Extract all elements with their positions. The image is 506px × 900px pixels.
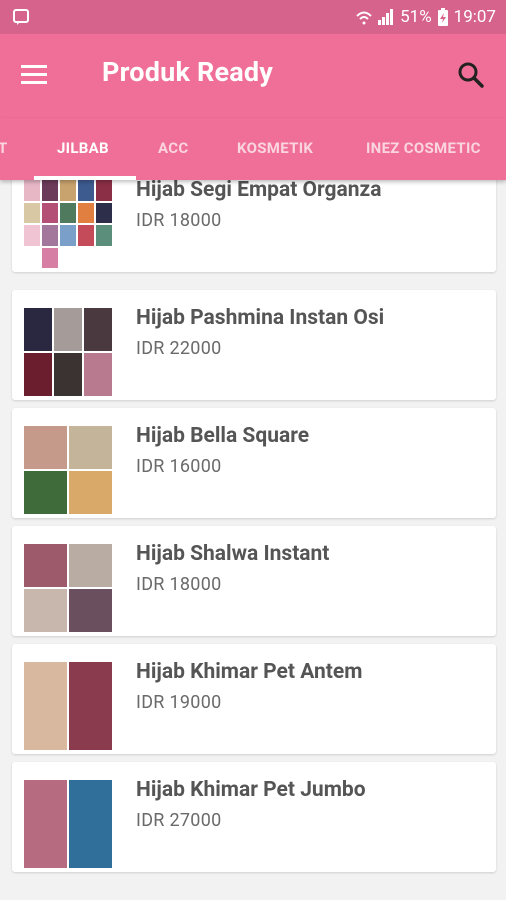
product-price: IDR 22000 xyxy=(136,338,222,359)
status-bar: 51% 19:07 xyxy=(0,0,506,34)
product-name: Hijab Bella Square xyxy=(136,424,310,448)
product-image xyxy=(24,426,112,514)
product-price: IDR 18000 xyxy=(136,574,222,595)
product-card[interactable]: Hijab Pashmina Instan Osi IDR 22000 xyxy=(12,290,496,400)
menu-button[interactable] xyxy=(18,62,50,88)
battery-percent: 51% xyxy=(400,7,432,27)
tab-inez-cosmetic[interactable]: INEZ COSMETIC xyxy=(366,118,481,180)
product-image xyxy=(24,180,112,268)
product-list: Hijab Segi Empat Organza IDR 18000 Hijab… xyxy=(0,180,506,900)
product-price: IDR 19000 xyxy=(136,692,222,713)
search-icon xyxy=(458,62,484,88)
product-name: Hijab Khimar Pet Jumbo xyxy=(136,778,366,802)
product-name: Hijab Shalwa Instant xyxy=(136,542,330,566)
signal-icon xyxy=(378,9,394,25)
tab-jilbab[interactable]: JILBAB xyxy=(57,118,109,180)
app-bar: Produk Ready xyxy=(0,34,506,118)
product-image xyxy=(24,308,112,396)
page-title: Produk Ready xyxy=(102,56,274,88)
product-card[interactable]: Hijab Segi Empat Organza IDR 18000 xyxy=(12,180,496,272)
product-price: IDR 18000 xyxy=(136,210,222,231)
product-image xyxy=(24,662,112,750)
product-name: Hijab Segi Empat Organza xyxy=(136,180,382,202)
product-price: IDR 16000 xyxy=(136,456,222,477)
product-name: Hijab Pashmina Instan Osi xyxy=(136,306,385,330)
battery-charging-icon xyxy=(437,8,448,26)
tab-partial[interactable]: T xyxy=(0,118,8,180)
product-image xyxy=(24,544,112,632)
product-name: Hijab Khimar Pet Antem xyxy=(136,660,363,684)
wifi-icon xyxy=(356,11,372,25)
product-card[interactable]: Hijab Shalwa Instant IDR 18000 xyxy=(12,526,496,636)
product-card[interactable]: Hijab Bella Square IDR 16000 xyxy=(12,408,496,518)
tab-kosmetik[interactable]: KOSMETIK xyxy=(237,118,313,180)
clock: 19:07 xyxy=(453,7,496,27)
tab-indicator xyxy=(34,176,136,180)
category-tabs: T JILBAB ACC KOSMETIK INEZ COSMETIC xyxy=(0,118,506,180)
hamburger-menu-icon xyxy=(21,65,47,84)
product-card[interactable]: Hijab Khimar Pet Jumbo IDR 27000 xyxy=(12,762,496,872)
product-price: IDR 27000 xyxy=(136,810,222,831)
tab-acc[interactable]: ACC xyxy=(158,118,188,180)
product-card[interactable]: Hijab Khimar Pet Antem IDR 19000 xyxy=(12,644,496,754)
notification-icon xyxy=(13,9,29,25)
search-button[interactable] xyxy=(454,58,488,92)
product-image xyxy=(24,780,112,868)
